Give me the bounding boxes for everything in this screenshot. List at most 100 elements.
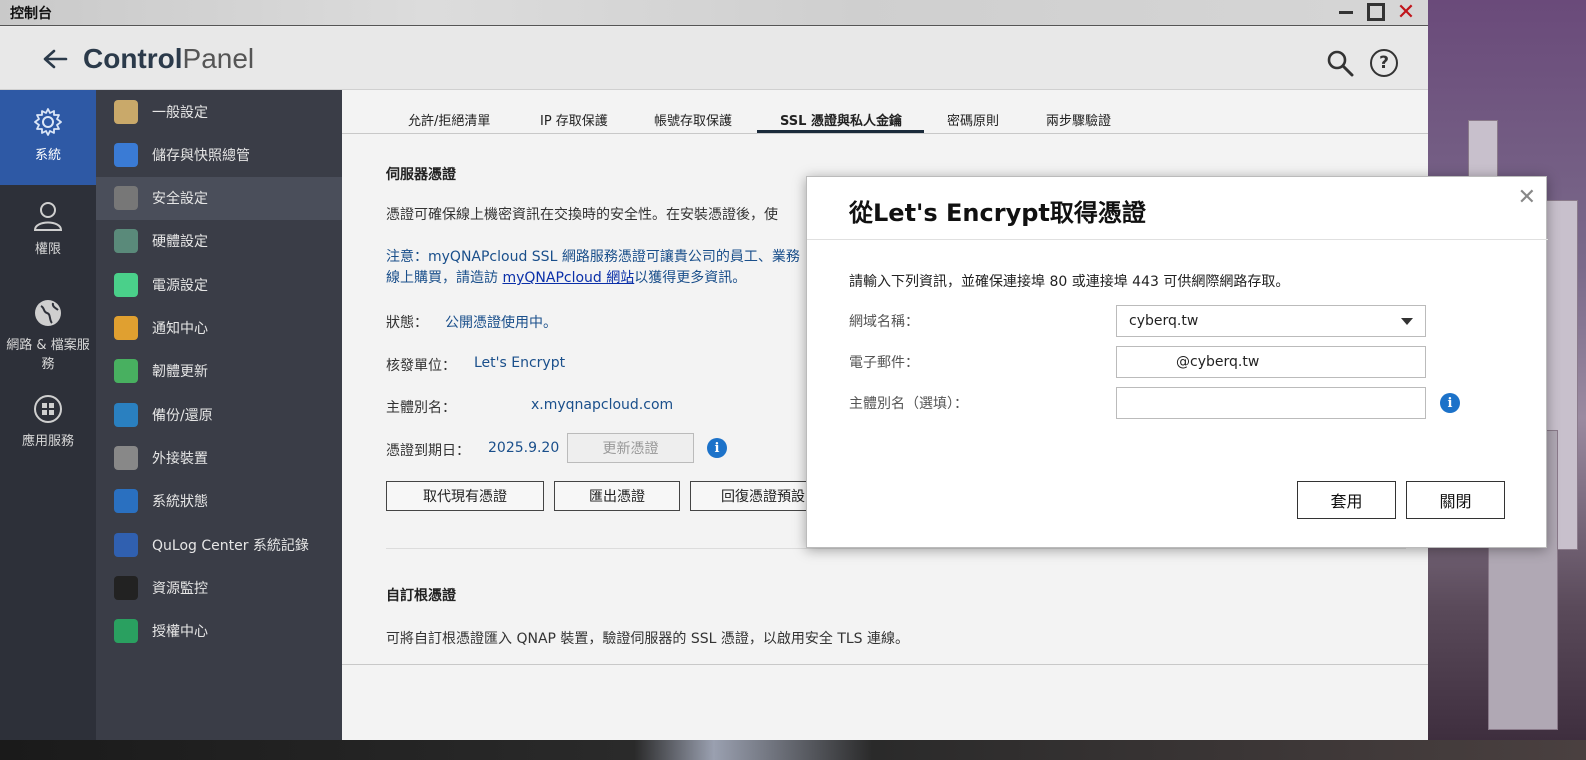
- tab-password-policy[interactable]: 密碼原則: [947, 110, 999, 129]
- domain-select-value: cyberq.tw: [1129, 313, 1199, 329]
- backup-restore-icon: [114, 402, 138, 427]
- tab-ssl-certificate[interactable]: SSL 憑證與私人金鑰: [780, 110, 902, 129]
- nav-label: 應用服務: [21, 434, 74, 449]
- left-icon-nav: 系統 權限 網路 & 檔案服務 應用服務: [0, 90, 96, 740]
- submenu-item-label: 備份/還原: [152, 407, 213, 424]
- tab-account-access-protection[interactable]: 帳號存取保護: [654, 110, 732, 129]
- window-titlebar: 控制台 ✕: [0, 0, 1428, 26]
- myqnapcloud-note-line1: 注意：myQNAPcloud SSL 網路服務憑證可讓貴公司的員工、業務: [386, 249, 800, 265]
- nav-network-file-services[interactable]: 網路 & 檔案服務: [0, 298, 96, 378]
- email-input-value: @cyberq.tw: [1176, 354, 1260, 370]
- submenu-item-qulog-center[interactable]: QuLog Center 系統記錄: [96, 523, 342, 566]
- alias-label: 主體別名：: [386, 400, 456, 416]
- tab-two-step-verification[interactable]: 兩步驟驗證: [1046, 110, 1111, 129]
- server-cert-title: 伺服器憑證: [386, 167, 456, 183]
- external-device-icon: [114, 445, 138, 470]
- system-submenu: 一般設定儲存與快照總管 安全設定硬體設定電源設定通知中心韌體更新備份/還原外接裝置…: [96, 90, 342, 740]
- nav-label: 權限: [34, 242, 61, 257]
- domain-label: 網域名稱：: [849, 314, 919, 330]
- status-label: 狀態：: [386, 315, 428, 331]
- dialog-title: 從Let's Encrypt取得憑證: [849, 199, 1146, 227]
- issuer-value: Let's Encrypt: [474, 355, 566, 371]
- domain-select[interactable]: cyberq.tw: [1116, 305, 1426, 337]
- tab-allow-deny-list[interactable]: 允許/拒絕清單: [408, 110, 490, 129]
- system-status-icon: [114, 489, 138, 514]
- submenu-item-label: 授權中心: [152, 624, 208, 641]
- submenu-item-hardware[interactable]: 硬體設定: [96, 220, 342, 263]
- apply-button[interactable]: 套用: [1297, 481, 1396, 519]
- nav-system[interactable]: 系統: [0, 90, 96, 185]
- globe-icon: [35, 300, 61, 326]
- active-tab-indicator: [757, 130, 924, 133]
- submenu-item-label: 外接裝置: [152, 450, 208, 467]
- alias-value: x.myqnapcloud.com: [531, 397, 674, 413]
- submenu-item-notification-center[interactable]: 通知中心: [96, 307, 342, 350]
- close-button[interactable]: 關閉: [1406, 481, 1505, 519]
- submenu-item-external-device[interactable]: 外接裝置: [96, 436, 342, 479]
- info-icon[interactable]: i: [1440, 393, 1460, 413]
- apps-icon: [34, 395, 62, 423]
- general-icon: [114, 99, 138, 124]
- lets-encrypt-dialog: 從Let's Encrypt取得憑證 ✕ 請輸入下列資訊，並確保連接埠 80 或…: [806, 176, 1548, 548]
- root-cert-title: 自訂根憑證: [386, 588, 456, 604]
- email-input[interactable]: @cyberq.tw: [1116, 346, 1426, 378]
- status-value: 公開憑證使用中。: [445, 315, 557, 331]
- submenu-item-security[interactable]: 安全設定: [96, 176, 342, 220]
- submenu-item-label: 一般設定: [152, 104, 208, 121]
- gear-icon: [34, 108, 62, 136]
- export-cert-button[interactable]: 匯出憑證: [554, 481, 680, 511]
- submenu-item-label: 儲存與快照總管: [152, 147, 250, 164]
- user-icon: [33, 202, 63, 231]
- section-divider: [386, 548, 1406, 549]
- nav-applications[interactable]: 應用服務: [0, 394, 96, 454]
- tab-ip-access-protection[interactable]: IP 存取保護: [540, 110, 608, 129]
- maximize-icon[interactable]: [1366, 2, 1386, 22]
- dialog-separator: [807, 239, 1548, 240]
- submenu-item-label: 安全設定: [152, 191, 208, 208]
- submenu-item-label: 資源監控: [152, 580, 208, 597]
- submenu-item-label: 通知中心: [152, 321, 208, 337]
- dialog-description: 請輸入下列資訊，並確保連接埠 80 或連接埠 443 可供網際網路存取。: [849, 274, 1290, 290]
- window-title: 控制台: [10, 6, 52, 22]
- renew-cert-button[interactable]: 更新憑證: [567, 433, 694, 463]
- nav-label: 網路 & 檔案服務: [6, 338, 90, 372]
- issuer-label: 核發單位：: [386, 358, 456, 374]
- minimize-icon[interactable]: [1336, 2, 1356, 22]
- help-icon[interactable]: ?: [1370, 49, 1398, 77]
- root-cert-desc: 可將自訂根憑證匯入 QNAP 裝置，驗證伺服器的 SSL 憑證，以啟用安全 TL…: [386, 631, 910, 647]
- app-title: ControlPanel: [83, 43, 255, 74]
- tab-bar: 允許/拒絕清單 IP 存取保護 帳號存取保護 SSL 憑證與私人金鑰 密碼原則 …: [342, 90, 1428, 134]
- hardware-icon: [114, 229, 138, 254]
- info-icon[interactable]: i: [707, 438, 727, 458]
- chevron-down-icon: [1401, 318, 1413, 325]
- expiry-label: 憑證到期日：: [386, 443, 470, 459]
- qulog-center-icon: [114, 532, 138, 557]
- submenu-item-general[interactable]: 一般設定: [96, 90, 342, 133]
- security-icon: [114, 186, 138, 211]
- submenu-item-power[interactable]: 電源設定: [96, 263, 342, 306]
- submenu-item-storage-snapshots[interactable]: 儲存與快照總管: [96, 133, 342, 176]
- firmware-update-icon: [114, 359, 138, 384]
- submenu-item-backup-restore[interactable]: 備份/還原: [96, 393, 342, 436]
- close-icon[interactable]: ✕: [1396, 0, 1416, 25]
- dialog-close-icon[interactable]: ✕: [1518, 185, 1536, 210]
- expiry-value: 2025.9.20: [488, 440, 560, 456]
- submenu-item-firmware-update[interactable]: 韌體更新: [96, 350, 342, 393]
- power-icon: [114, 272, 138, 297]
- myqnapcloud-note-line2: 線上購買，請造訪 myQNAPcloud 網站以獲得更多資訊。: [386, 270, 747, 286]
- replace-cert-button[interactable]: 取代現有憑證: [386, 481, 544, 511]
- submenu-item-label: QuLog Center 系統記錄: [152, 537, 309, 554]
- nav-privilege[interactable]: 權限: [0, 200, 96, 270]
- submenu-item-resource-monitor[interactable]: 資源監控: [96, 566, 342, 609]
- submenu-item-licensing-center[interactable]: 授權中心: [96, 610, 342, 653]
- submenu-item-system-status[interactable]: 系統狀態: [96, 480, 342, 523]
- server-cert-desc: 憑證可確保線上機密資訊在交換時的安全性。在安裝憑證後，使: [386, 207, 778, 223]
- nav-label: 系統: [34, 148, 61, 163]
- myqnapcloud-link[interactable]: myQNAPcloud 網站: [502, 270, 634, 286]
- search-icon[interactable]: [1326, 49, 1354, 77]
- subject-alias-input[interactable]: [1116, 387, 1426, 419]
- submenu-item-label: 韌體更新: [152, 364, 208, 381]
- content-bottom-line: [342, 664, 1428, 665]
- back-arrow-icon[interactable]: [42, 48, 68, 70]
- submenu-item-label: 硬體設定: [152, 234, 208, 251]
